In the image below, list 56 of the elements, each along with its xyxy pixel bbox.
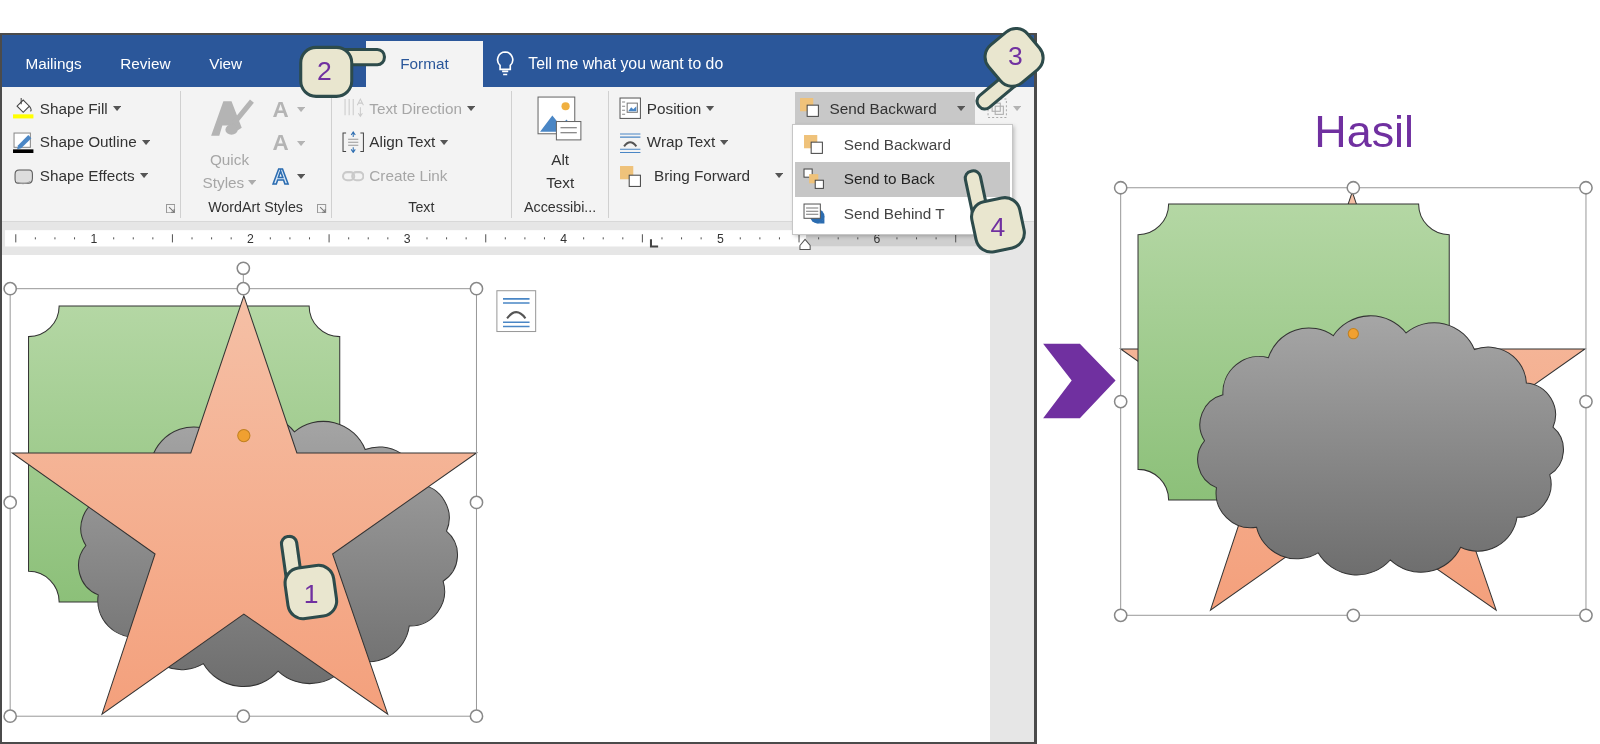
dropdown-arrow-icon	[296, 174, 305, 180]
group-objects-icon	[985, 97, 1009, 120]
adjustment-handle[interactable]	[237, 429, 251, 443]
text-direction-icon	[341, 97, 365, 120]
ribbon-button[interactable]: Bring Forward	[615, 159, 787, 193]
step-number: 2	[317, 58, 332, 85]
lightbulb-icon	[495, 51, 514, 76]
menu-item[interactable]: Send to Back	[794, 162, 1011, 197]
send-behind-text-icon	[802, 202, 826, 226]
dialog-launcher-icon[interactable]	[166, 204, 176, 214]
group-label: Text	[408, 199, 435, 216]
ribbon-tab[interactable]: Mailings	[6, 40, 101, 87]
dropdown-arrow-icon	[296, 140, 305, 146]
ribbon-tab[interactable]: Review	[100, 40, 190, 87]
send-to-back-icon	[802, 168, 826, 191]
menu-item[interactable]: Send Backward	[794, 127, 1011, 163]
group-label: Accessibi...	[524, 199, 597, 216]
ribbon-button[interactable]: Align Text	[337, 125, 480, 160]
ruler-number: 1	[90, 232, 98, 247]
ribbon-button[interactable]: Shape Effects	[8, 159, 154, 193]
wrap-text-icon	[619, 131, 642, 154]
tab-stop-icon[interactable]	[649, 239, 659, 248]
tell-me-search[interactable]: Tell me what you want to do	[528, 54, 724, 73]
ribbon-tab[interactable]: View	[189, 40, 262, 87]
step-number: 1	[303, 580, 319, 608]
dropdown-arrow-icon	[296, 107, 305, 113]
ribbon-button[interactable]: Send Backward	[794, 91, 976, 126]
dropdown-arrow-icon	[1013, 106, 1022, 112]
ruler-number: 2	[247, 232, 254, 247]
result-heading: Hasil	[1314, 106, 1414, 159]
adjustment-handle[interactable]	[1347, 328, 1359, 340]
ribbon-button[interactable]: Alt Text	[535, 90, 585, 196]
bring-forward-icon	[619, 164, 642, 188]
ribbon-button[interactable]: Shape Outline	[8, 125, 154, 160]
align-text-icon	[341, 131, 365, 154]
ribbon-button[interactable]: Position	[615, 91, 787, 126]
ruler-number: 3	[403, 232, 411, 247]
ribbon-button[interactable]: Shape Fill	[8, 91, 154, 126]
ruler-number: 4	[560, 232, 568, 247]
layout-options-icon[interactable]	[496, 290, 537, 333]
indent-marker-icon[interactable]	[799, 238, 811, 251]
image-icon	[535, 94, 585, 142]
fill-bucket-icon	[12, 97, 35, 120]
pencil-icon	[12, 131, 35, 154]
ruler-number: 5	[716, 232, 724, 247]
menu-item[interactable]: Send Behind T	[794, 196, 963, 232]
right-arrow-icon	[1042, 343, 1116, 419]
send-backward-icon	[802, 133, 826, 156]
dialog-launcher-icon[interactable]	[317, 204, 327, 214]
ribbon-tab[interactable]: Format	[365, 40, 484, 87]
step-number: 3	[1007, 42, 1023, 70]
group-label: WordArt Styles	[208, 199, 303, 216]
position-icon	[619, 97, 642, 120]
step-number: 4	[990, 213, 1006, 240]
send-backward-icon	[798, 97, 822, 120]
ribbon-button[interactable]: Wrap Text	[615, 125, 787, 160]
